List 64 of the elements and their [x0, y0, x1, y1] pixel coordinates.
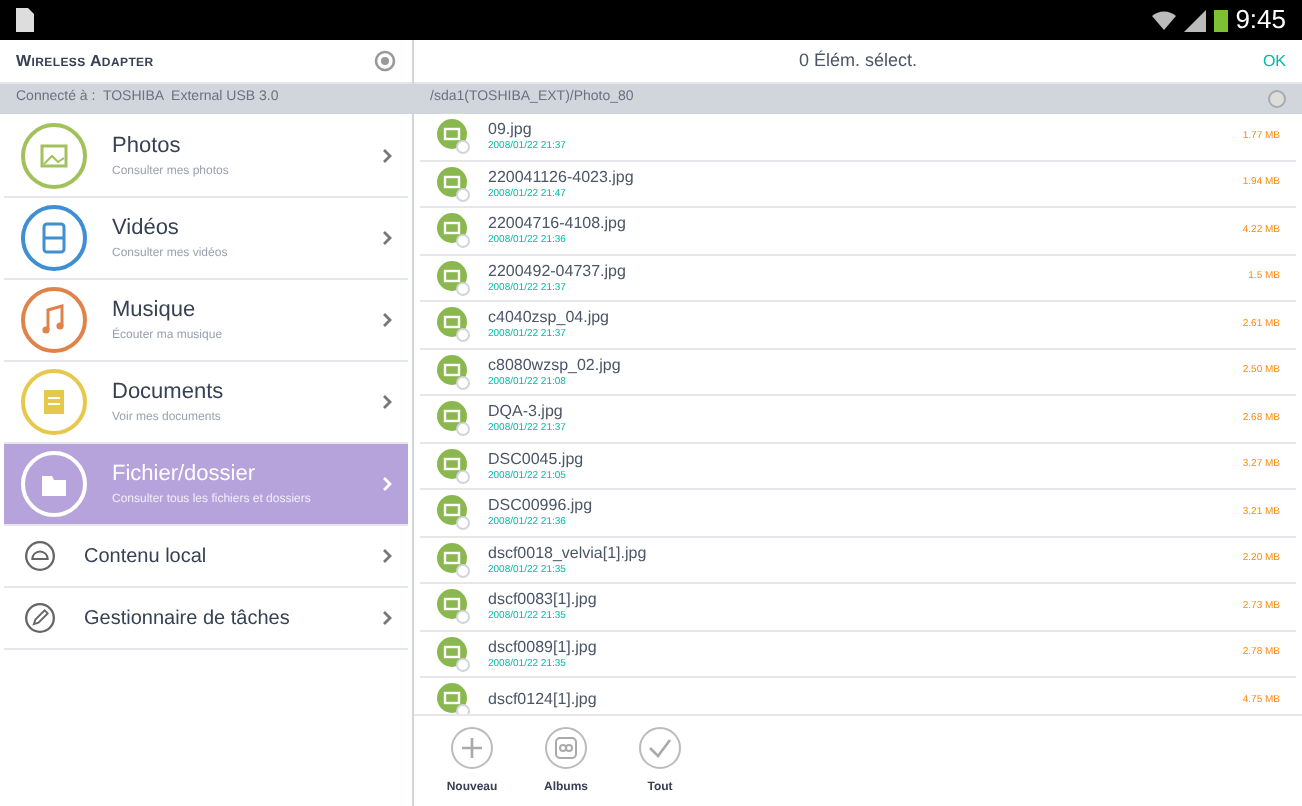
item-title: Contenu local: [84, 543, 209, 571]
file-name: dscf0018_velvia[1].jpg: [488, 543, 649, 564]
file-name: dscf0124[1].jpg: [488, 690, 599, 711]
selection-count: 0 Élém. sélect.: [798, 47, 918, 74]
image-file-icon: [436, 353, 472, 390]
chevron-icon: [382, 148, 392, 164]
image-file-icon: [436, 259, 472, 296]
file-name: 22004716-4108.jpg: [488, 214, 628, 234]
drive-icon: [20, 536, 60, 576]
image-file-icon: [436, 447, 472, 484]
image-file-icon: [436, 541, 472, 578]
checkbox[interactable]: [456, 516, 470, 530]
file-name: c4040zsp_04.jpg: [488, 308, 611, 328]
folder-icon: [20, 450, 88, 518]
item-title: Fichier/dossier: [112, 460, 258, 491]
check-icon: [638, 725, 682, 769]
music-note-icon: [20, 286, 88, 354]
file-name: DQA-3.jpg: [488, 402, 565, 422]
image-file-icon: [436, 494, 472, 531]
signal-icon: [1183, 9, 1206, 31]
image-file-icon: [436, 400, 472, 437]
file-name: 220041126-4023.jpg: [488, 167, 636, 188]
file-name: c8080wzsp_02.jpg: [488, 355, 623, 376]
image-file-icon: [436, 212, 472, 249]
app-title: Wireless Adapter: [16, 49, 156, 73]
file-name: DSC00996.jpg: [488, 496, 595, 516]
pencil-circle-icon: [20, 598, 60, 638]
checkbox[interactable]: [456, 328, 470, 342]
item-title: Documents: [112, 378, 226, 409]
chevron-icon: [382, 394, 392, 410]
checkbox[interactable]: [456, 610, 470, 624]
notification-icon: [16, 8, 34, 32]
image-file-icon: [436, 118, 472, 155]
image-file-icon: [436, 306, 472, 343]
chevron-icon: [382, 312, 392, 328]
settings-icon[interactable]: [374, 50, 396, 72]
film-icon: [20, 204, 88, 272]
item-title: Vidéos: [112, 214, 181, 245]
chevron-icon: [382, 548, 392, 564]
item-title: Gestionnaire de tâches: [84, 605, 292, 633]
file-name: 2200492-04737.jpg: [488, 261, 628, 282]
plus-icon: [450, 725, 494, 769]
wifi-icon: [1151, 10, 1176, 30]
item-title: Musique: [112, 296, 198, 327]
chevron-icon: [382, 476, 392, 492]
checkbox[interactable]: [456, 422, 470, 436]
photo-icon: [20, 122, 88, 190]
settings-icon[interactable]: [1268, 90, 1286, 108]
checkbox[interactable]: [456, 140, 470, 154]
document-icon: [20, 368, 88, 436]
albums-icon: [544, 725, 588, 769]
file-name: 09.jpg: [488, 120, 534, 140]
battery-icon: [1213, 8, 1228, 32]
image-file-icon: [436, 165, 472, 202]
clock-time: 9:45: [1235, 2, 1286, 39]
chevron-icon: [382, 230, 392, 246]
file-name: DSC0045.jpg: [488, 449, 586, 470]
checkbox[interactable]: [456, 234, 470, 248]
image-file-icon: [436, 588, 472, 625]
image-file-icon: [436, 635, 472, 672]
file-name: dscf0089[1].jpg: [488, 637, 599, 658]
file-name: dscf0083[1].jpg: [488, 590, 599, 610]
chevron-icon: [382, 610, 392, 626]
item-title: Photos: [112, 132, 183, 163]
